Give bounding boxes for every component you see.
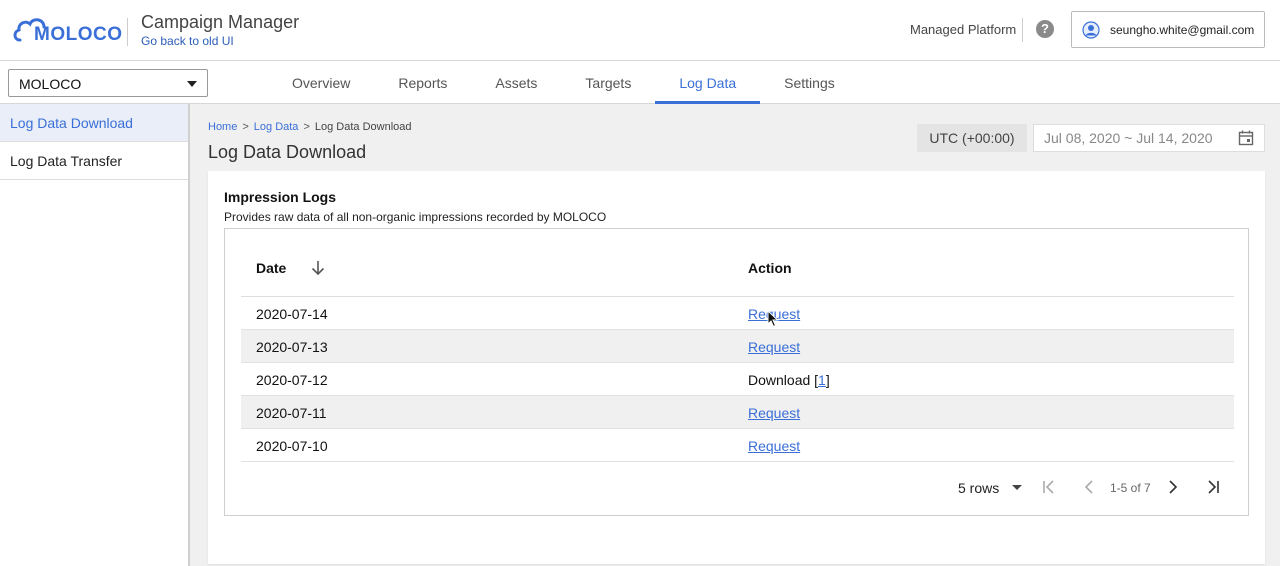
sidebar-item-log-data-transfer[interactable]: Log Data Transfer: [0, 142, 188, 180]
user-email: seungho.white@gmail.com: [1110, 23, 1255, 37]
moloco-logo[interactable]: MOLOCO: [12, 14, 122, 46]
row-date: 2020-07-12: [256, 372, 328, 388]
mouse-cursor-icon: [767, 310, 779, 328]
sidebar-item-log-data-download[interactable]: Log Data Download: [0, 104, 188, 142]
tab-reports[interactable]: Reports: [374, 61, 471, 104]
nav-bar: MOLOCO Overview Reports Assets Targets L…: [0, 61, 1280, 104]
first-page-icon[interactable]: [1039, 477, 1059, 497]
chevron-down-icon: [187, 81, 197, 87]
last-page-icon[interactable]: [1203, 477, 1223, 497]
breadcrumb-log-data[interactable]: Log Data: [254, 121, 299, 133]
download-action: Download [1]: [748, 372, 830, 388]
logo-divider: [127, 18, 128, 46]
arrow-down-sort-icon[interactable]: [309, 259, 327, 277]
user-account-button[interactable]: seungho.white@gmail.com: [1071, 11, 1265, 48]
page-range: 1-5 of 7: [1110, 481, 1151, 495]
tab-settings[interactable]: Settings: [760, 61, 859, 104]
page-title: Log Data Download: [208, 142, 367, 162]
table-row: 2020-07-14 Request: [241, 297, 1234, 330]
date-range-value: Jul 08, 2020 ~ Jul 14, 2020: [1044, 130, 1213, 146]
sidebar: Log Data Download Log Data Transfer: [0, 104, 190, 566]
row-date: 2020-07-14: [256, 306, 328, 322]
tab-targets[interactable]: Targets: [561, 61, 655, 104]
card-title: Impression Logs: [224, 189, 337, 205]
breadcrumb-home[interactable]: Home: [208, 121, 237, 133]
app-header: MOLOCO Campaign Manager Go back to old U…: [0, 0, 1280, 61]
previous-page-icon[interactable]: [1079, 477, 1099, 497]
column-header-date[interactable]: Date: [256, 260, 286, 276]
tab-assets[interactable]: Assets: [471, 61, 561, 104]
table-row: 2020-07-13 Request: [241, 330, 1234, 363]
tab-log-data[interactable]: Log Data: [655, 61, 760, 104]
go-back-old-ui-link[interactable]: Go back to old UI: [141, 34, 234, 48]
app-title: Campaign Manager: [141, 12, 300, 32]
timezone-badge: UTC (+00:00): [917, 124, 1027, 152]
download-file-link[interactable]: 1: [818, 372, 826, 388]
row-date: 2020-07-10: [256, 438, 328, 454]
next-page-icon[interactable]: [1163, 477, 1183, 497]
breadcrumb-separator: >: [242, 121, 249, 133]
help-icon[interactable]: ?: [1036, 20, 1054, 38]
table-row: 2020-07-11 Request: [241, 396, 1234, 429]
user-avatar-icon: [1082, 21, 1100, 39]
column-header-action: Action: [748, 260, 792, 276]
calendar-icon[interactable]: [1238, 130, 1254, 146]
card-description: Provides raw data of all non-organic imp…: [224, 210, 607, 224]
request-link[interactable]: Request: [748, 438, 800, 454]
breadcrumb-current: Log Data Download: [314, 121, 412, 133]
download-label: Download [: [748, 372, 819, 388]
tab-overview[interactable]: Overview: [268, 61, 374, 104]
date-range-picker[interactable]: Jul 08, 2020 ~ Jul 14, 2020: [1033, 124, 1265, 152]
table-row: 2020-07-10 Request: [241, 429, 1234, 462]
table-header: Date Action: [241, 229, 1234, 297]
breadcrumb: Home > Log Data > Log Data Download: [208, 121, 412, 133]
row-date: 2020-07-11: [256, 405, 327, 421]
table-row: 2020-07-12 Download [1]: [241, 363, 1234, 396]
logo-text: MOLOCO: [34, 24, 123, 45]
impression-logs-card: Impression Logs Provides raw data of all…: [208, 171, 1265, 564]
table-pagination: 5 rows 1-5 of 7: [241, 461, 1234, 516]
breadcrumb-separator: >: [303, 121, 310, 133]
row-date: 2020-07-13: [256, 339, 328, 355]
main-tabs: Overview Reports Assets Targets Log Data…: [268, 61, 859, 104]
account-select-value: MOLOCO: [19, 76, 82, 92]
download-bracket: ]: [825, 372, 830, 388]
request-link[interactable]: Request: [748, 405, 800, 421]
rows-per-page-select[interactable]: 5 rows: [958, 480, 999, 496]
header-divider: [1022, 18, 1023, 42]
log-table: Date Action 2020-07-14 Request 2020-07-1…: [224, 228, 1249, 516]
request-link[interactable]: Request: [748, 339, 800, 355]
account-select[interactable]: MOLOCO: [8, 69, 208, 97]
chevron-down-icon: [1012, 485, 1022, 490]
managed-platform-label[interactable]: Managed Platform: [910, 22, 1016, 37]
